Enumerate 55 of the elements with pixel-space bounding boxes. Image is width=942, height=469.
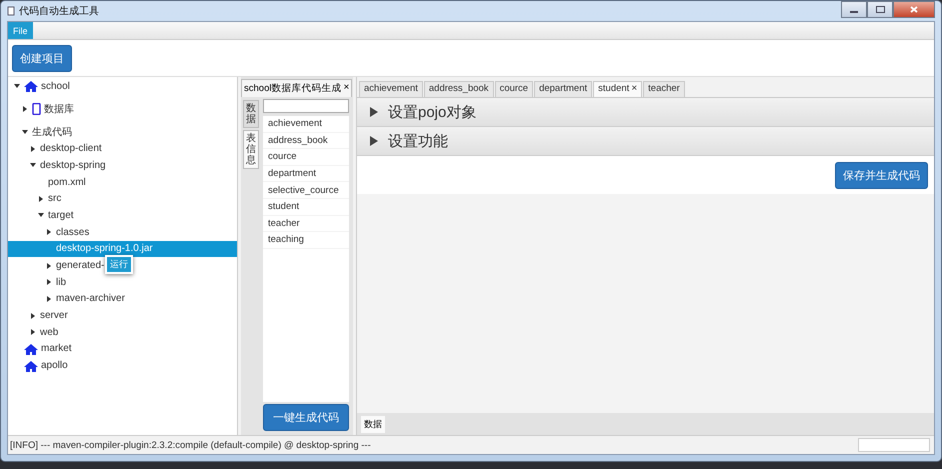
tree-item[interactable]: classes [56, 226, 90, 238]
tree-item[interactable]: apollo [41, 360, 68, 372]
tree-item[interactable]: pom.xml [48, 176, 86, 188]
tree-item[interactable]: web [40, 326, 58, 338]
tree-item[interactable]: server [40, 310, 68, 322]
tree-item[interactable]: school [41, 80, 70, 92]
tree-item[interactable]: src [48, 193, 62, 204]
table-list-item[interactable]: selective_cource [263, 182, 349, 199]
house-icon [24, 360, 38, 372]
table-list-item[interactable]: teaching [263, 232, 349, 249]
tree-item[interactable]: target [48, 210, 74, 221]
table-tab[interactable]: cource [494, 81, 534, 97]
close-tab-button[interactable]: × [631, 83, 638, 96]
app-icon [7, 6, 15, 16]
table-list-item[interactable]: address_book [263, 132, 349, 150]
table-list-item[interactable]: student [263, 198, 349, 216]
tree-item[interactable]: desktop-client [40, 143, 102, 154]
maximize-button[interactable] [867, 1, 893, 18]
table-tab[interactable]: department [534, 81, 592, 97]
table-tab[interactable]: student × [593, 81, 642, 97]
house-icon [24, 342, 38, 355]
table-list-item[interactable]: department [263, 166, 349, 182]
search-field[interactable] [263, 99, 349, 113]
save-generate-button[interactable]: 保存并生成代码 [835, 162, 928, 188]
tree-item[interactable]: generated- [56, 260, 104, 272]
bottom-tab[interactable]: 数据 [361, 416, 385, 432]
collapsed-arrow-icon [369, 136, 378, 146]
maximize-icon [876, 6, 884, 13]
minimize-button[interactable] [841, 1, 867, 18]
tree-item[interactable]: 生成代码 [32, 125, 72, 140]
tree-item[interactable]: maven-archiver [56, 293, 125, 304]
tree-item[interactable]: market [41, 343, 72, 354]
close-button[interactable] [893, 1, 935, 18]
table-list-item[interactable]: teacher [263, 216, 349, 232]
tree-item[interactable]: lib [56, 276, 66, 288]
document-tab[interactable]: school数据库代码生成 × [241, 79, 352, 97]
table-list-item[interactable]: cource [263, 149, 349, 166]
table-list-item[interactable]: achievement [263, 116, 349, 133]
generate-code-button[interactable]: 一键生成代码 [263, 404, 349, 431]
close-icon [910, 6, 918, 13]
tree-item[interactable]: desktop-spring [40, 160, 106, 171]
table-tab[interactable]: teacher [643, 81, 685, 97]
house-icon [24, 80, 38, 92]
status-field [858, 438, 930, 452]
side-tab[interactable]: 数据 [243, 100, 259, 128]
side-tab[interactable]: 表信息 [243, 130, 259, 169]
tree-item[interactable]: 数据库 [44, 102, 74, 116]
create-project-button[interactable]: 创建项目 [12, 44, 72, 72]
table-tab[interactable]: address_book [424, 81, 494, 97]
status-text: [INFO] --- maven-compiler-plugin:2.3.2:compile (default-compile) @ desktop-spring --- [10, 440, 371, 450]
phone-icon [32, 103, 41, 116]
table-tab[interactable]: achievement [359, 81, 423, 97]
close-tab-button[interactable]: × [343, 82, 350, 95]
window-title: 代码自动生成工具 [19, 4, 99, 18]
collapsed-arrow-icon [369, 107, 378, 117]
